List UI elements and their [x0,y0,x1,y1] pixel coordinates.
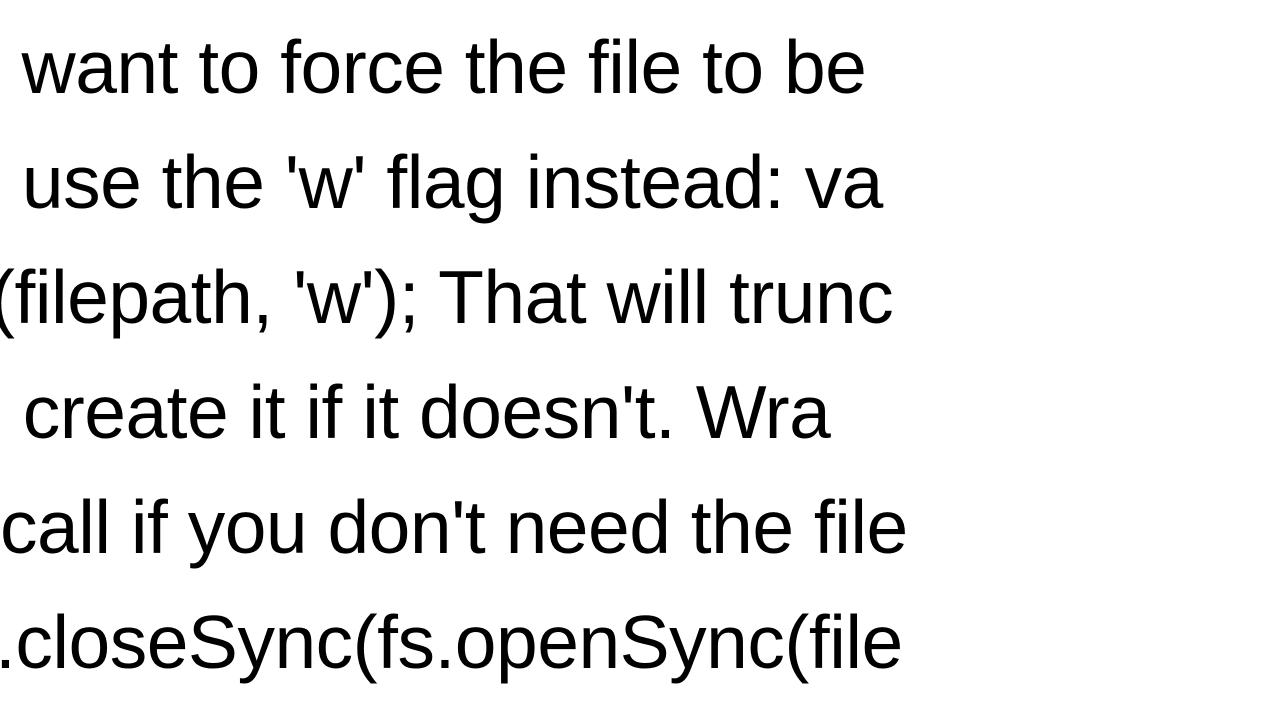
text-line-6: .closeSync(fs.openSync(file [0,585,903,700]
text-line-2: to use the 'w' flag instead: va [0,125,883,240]
text-line-4: nd create it if it doesn't. Wra [0,355,830,470]
text-line-5: call if you don't need the file [0,470,908,585]
text-line-3: (filepath, 'w'); That will trunc [0,240,893,355]
text-line-1: u want to force the file to be [0,10,866,125]
